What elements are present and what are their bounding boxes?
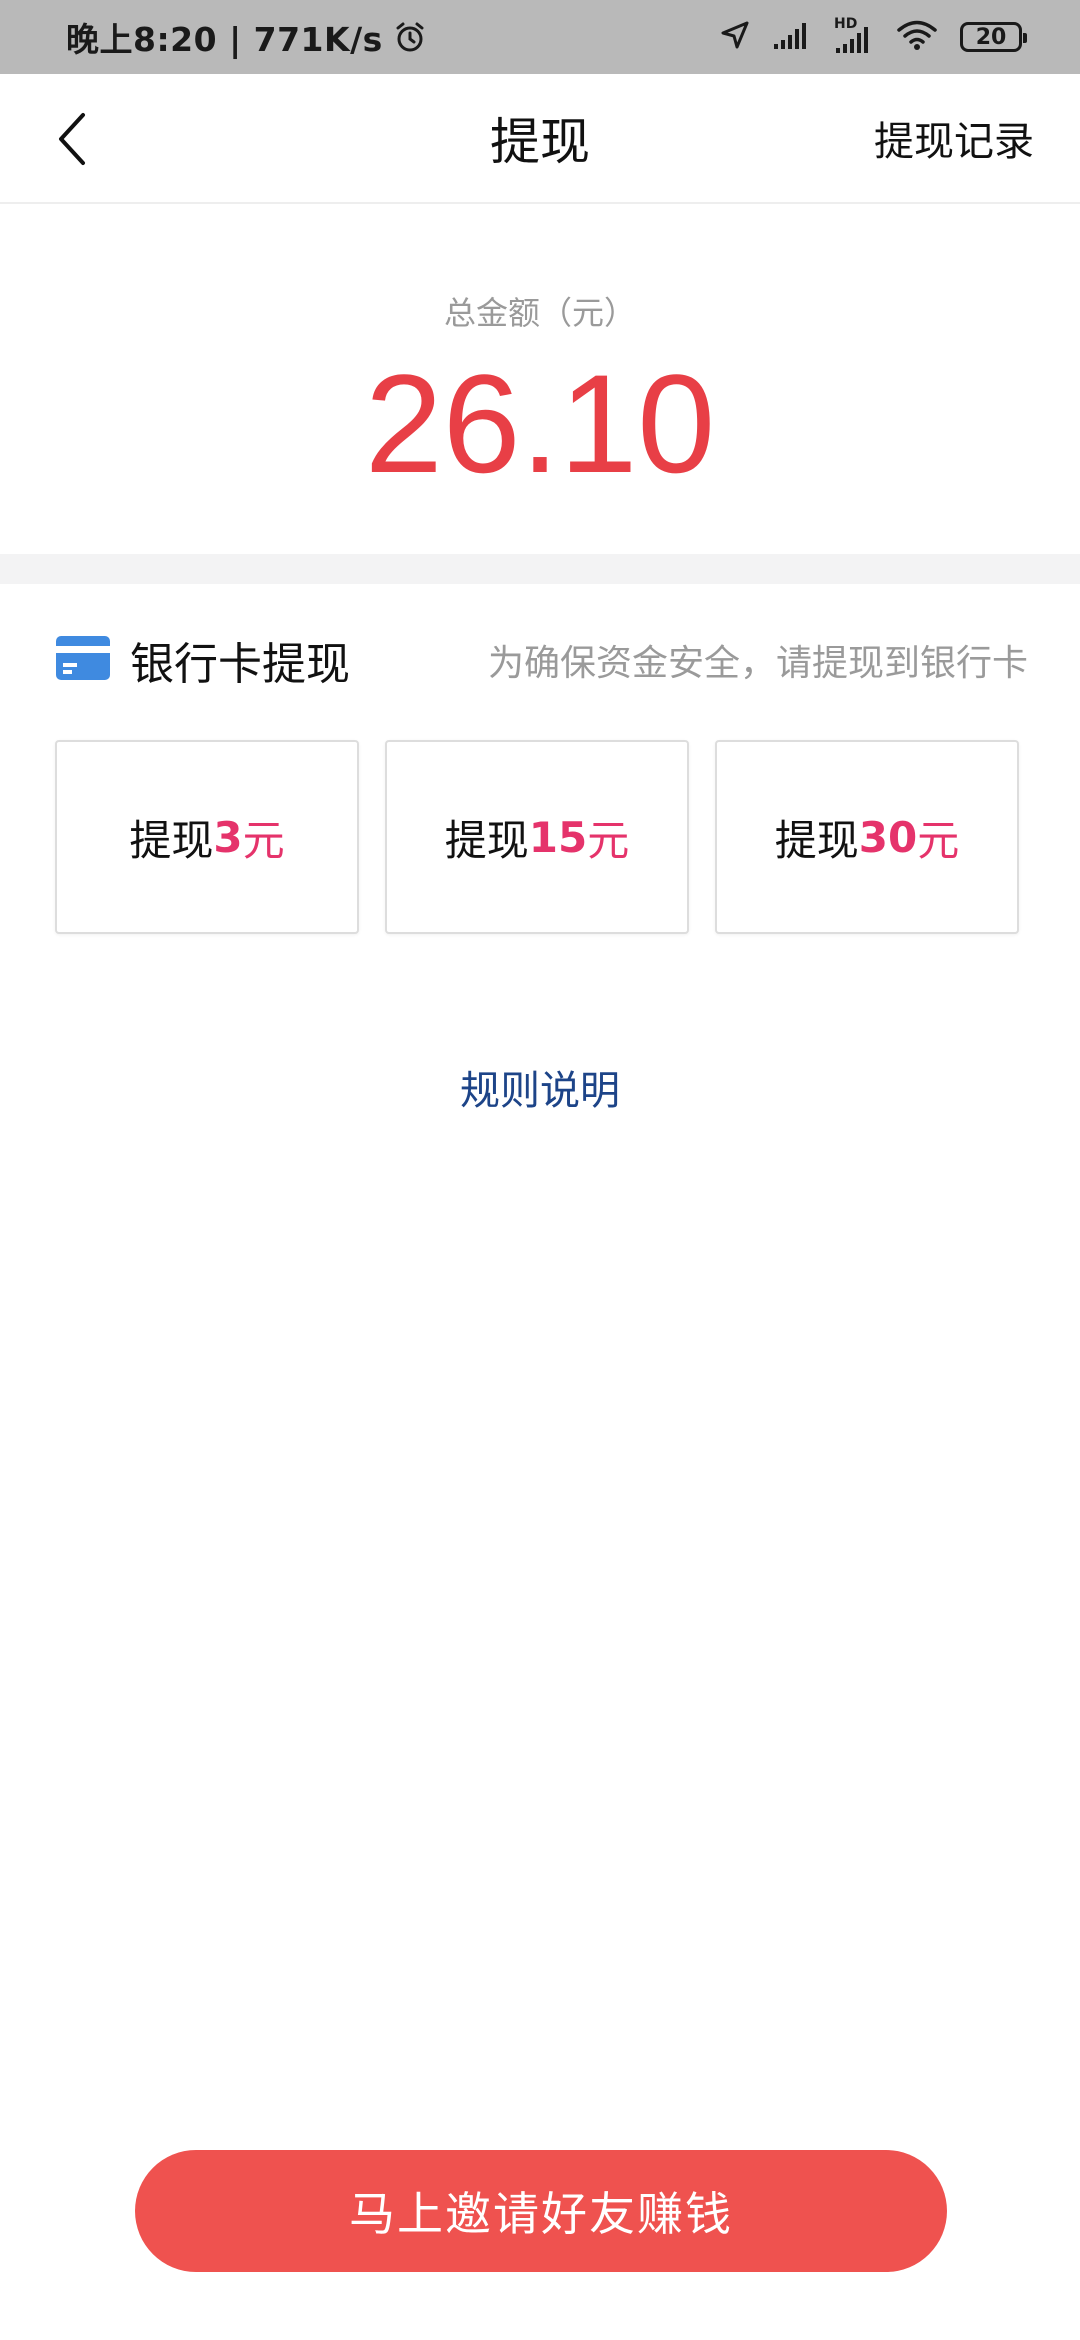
withdraw-option-3[interactable]: 提现 3 元 (55, 740, 359, 934)
option-amount: 3 (213, 812, 243, 862)
battery-icon: 20 (960, 22, 1027, 52)
status-right: HD 20 (720, 0, 1027, 74)
section-divider (0, 554, 1080, 584)
option-amount: 30 (858, 812, 918, 862)
withdraw-option-15[interactable]: 提现 15 元 (385, 740, 689, 934)
option-prefix: 提现 (129, 815, 214, 865)
withdraw-record-link[interactable]: 提现记录 (874, 74, 1034, 202)
option-prefix: 提现 (444, 815, 529, 865)
signal-hd-icon: HD (834, 16, 874, 54)
option-amount: 15 (528, 812, 588, 862)
total-amount-label: 总金额（元） (443, 294, 636, 332)
status-bar: 晚上8:20 | 771K/s HD 20 (0, 0, 1080, 74)
rules-link[interactable]: 规则说明 (0, 1058, 1080, 1116)
bank-withdraw-hint: 为确保资金安全，请提现到银行卡 (487, 643, 1028, 684)
option-unit: 元 (242, 815, 285, 865)
option-unit: 元 (587, 815, 630, 865)
amount-summary: 总金额（元） 26.10 (0, 204, 1080, 554)
bank-card-row: 银行卡提现 为确保资金安全，请提现到银行卡 (0, 590, 1080, 730)
withdraw-option-30[interactable]: 提现 30 元 (715, 740, 1019, 934)
wifi-icon (896, 19, 938, 55)
total-amount-value: 26.10 (364, 345, 716, 502)
alarm-icon (393, 20, 427, 54)
location-arrow-icon (720, 20, 750, 54)
bank-card-icon (56, 636, 110, 684)
status-left: 晚上8:20 | 771K/s (66, 0, 427, 74)
signal-icon (772, 20, 812, 54)
withdraw-options: 提现 3 元 提现 15 元 提现 30 元 (55, 740, 1019, 936)
option-unit: 元 (917, 815, 960, 865)
battery-level: 20 (975, 24, 1007, 50)
bank-withdraw-title: 银行卡提现 (130, 639, 350, 690)
status-time-speed: 晚上8:20 | 771K/s (66, 20, 383, 59)
invite-friends-button[interactable]: 马上邀请好友赚钱 (135, 2150, 947, 2272)
nav-header: 提现 提现记录 (0, 74, 1080, 204)
option-prefix: 提现 (774, 815, 859, 865)
